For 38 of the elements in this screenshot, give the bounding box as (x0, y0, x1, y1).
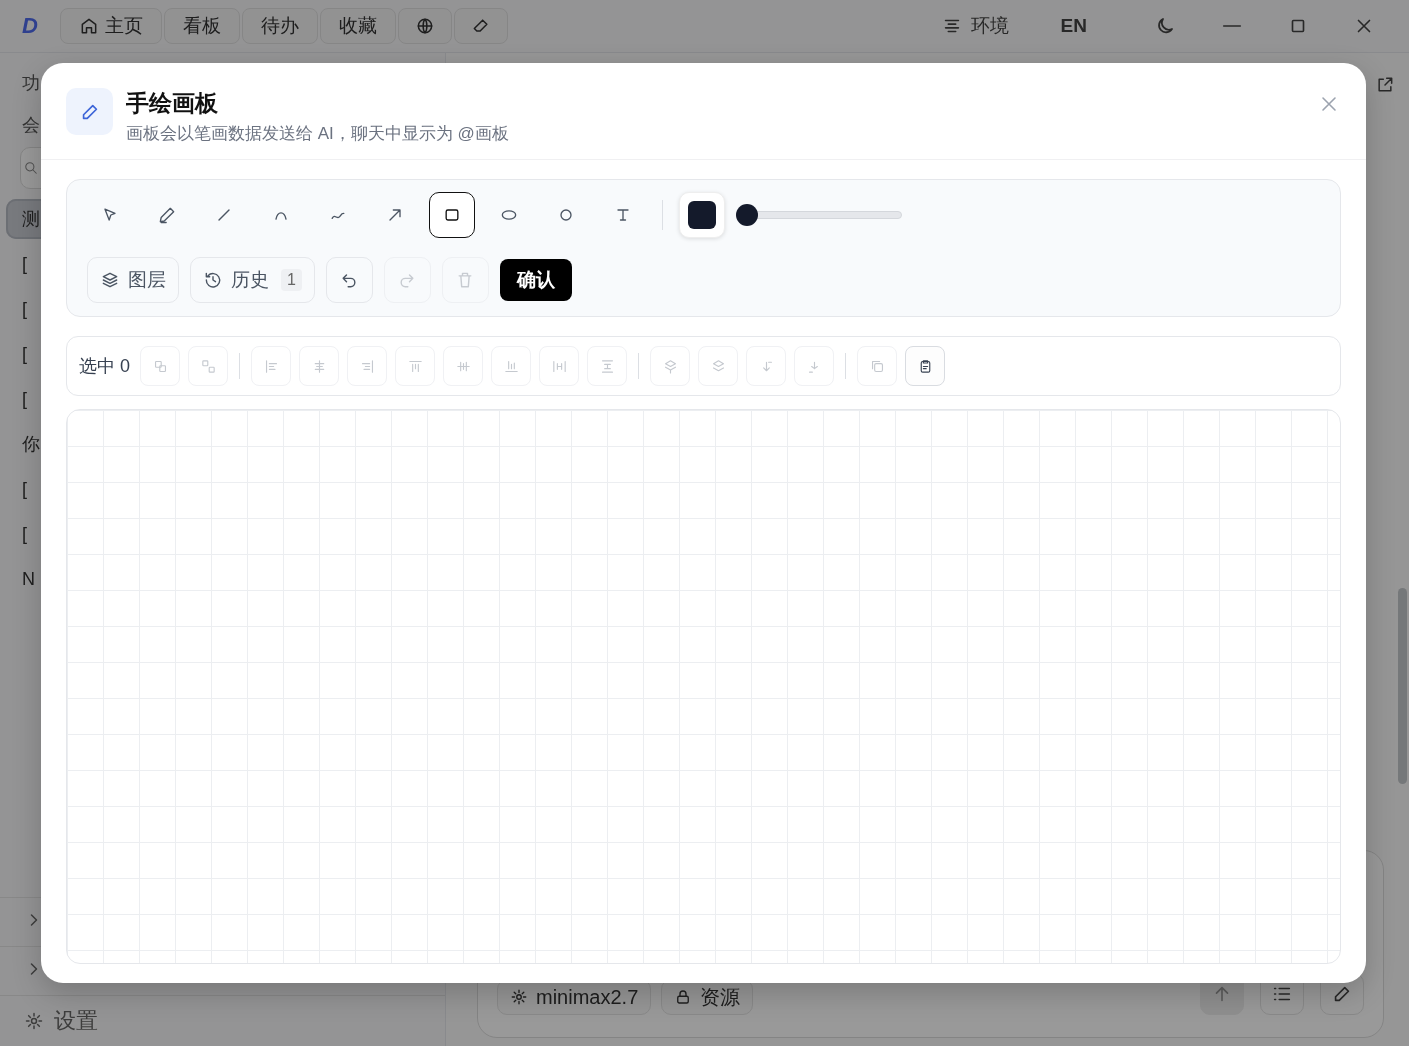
layers-icon (100, 270, 120, 290)
home-icon (79, 16, 99, 36)
gear-icon (510, 988, 528, 1006)
globe-icon (415, 16, 435, 36)
grid-canvas[interactable] (66, 409, 1341, 964)
ungroup-icon (199, 357, 217, 375)
history-icon (203, 270, 223, 290)
nav-tab[interactable]: 主页 (60, 8, 162, 44)
dialog-subtitle: 画板会以笔画数据发送给 AI，聊天中显示为 @画板 (126, 123, 509, 145)
nav-tab[interactable]: 看板 (164, 8, 240, 44)
environment-button[interactable]: 环境 (934, 12, 1015, 40)
scrollbar[interactable] (1398, 588, 1407, 784)
globe-button[interactable] (398, 8, 452, 44)
pen-icon (157, 205, 177, 225)
nav-tab[interactable]: 待办 (242, 8, 318, 44)
color-picker[interactable] (679, 192, 725, 238)
gear-icon (24, 1011, 44, 1031)
selection-count: 选中 0 (79, 355, 130, 378)
language-button[interactable]: EN (1054, 14, 1093, 38)
confirm-button[interactable]: 确认 (499, 259, 572, 301)
stroke-width-slider[interactable] (736, 204, 902, 226)
layers-button[interactable]: 图层 (87, 257, 179, 303)
app-logo: D (22, 13, 39, 39)
paste-button[interactable] (905, 346, 945, 386)
search-icon (24, 161, 38, 175)
slider-thumb[interactable] (736, 204, 758, 226)
minimize-icon (1221, 24, 1243, 28)
tool-button[interactable] (429, 192, 475, 238)
nav-tab[interactable]: 收藏 (320, 8, 396, 44)
eraser-button[interactable] (454, 8, 508, 44)
sidebar-heading: 会 (22, 114, 40, 137)
expand-icon (1375, 75, 1395, 95)
undo-button[interactable] (325, 257, 373, 303)
settings-link[interactable]: 设置 (54, 1006, 98, 1036)
dialog-title: 手绘画板 (126, 89, 219, 118)
count-badge: 1 (281, 269, 302, 291)
sidebar-heading: 功 (22, 72, 40, 95)
history-button[interactable]: 历史 1 (190, 257, 315, 303)
